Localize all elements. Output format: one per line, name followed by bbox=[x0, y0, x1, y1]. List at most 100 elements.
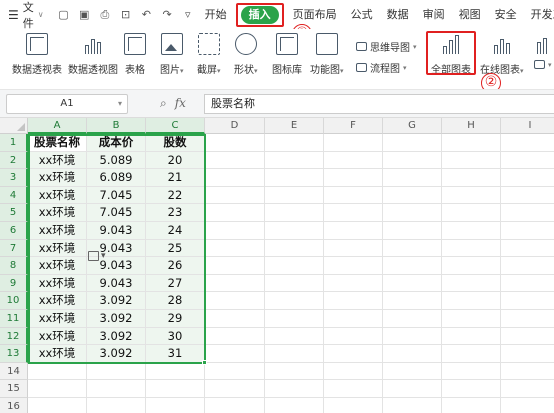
undo-icon[interactable]: ↶ bbox=[141, 8, 153, 21]
cell-c15[interactable] bbox=[146, 380, 205, 398]
cell-i8[interactable] bbox=[501, 257, 554, 275]
cell-a6[interactable]: xx环境 bbox=[28, 222, 87, 240]
shapes-button[interactable]: 形状▾ bbox=[234, 33, 258, 76]
cell-f4[interactable] bbox=[324, 186, 383, 205]
cell-i16[interactable] bbox=[501, 398, 554, 413]
cell-e10[interactable] bbox=[265, 292, 324, 310]
cell-g15[interactable] bbox=[383, 380, 442, 398]
more-charts-dropdown[interactable]: ▾ bbox=[534, 60, 552, 69]
cell-b3[interactable]: 6.089 bbox=[87, 169, 146, 187]
export-pdf-icon[interactable]: ▣ bbox=[78, 8, 90, 21]
icon-library-button[interactable]: 图标库 bbox=[272, 33, 302, 76]
cell-f13[interactable] bbox=[324, 345, 383, 363]
row-header-12[interactable]: 12 bbox=[0, 327, 28, 346]
cell-d11[interactable] bbox=[205, 310, 265, 328]
cell-e8[interactable] bbox=[265, 257, 324, 275]
tab-formulas[interactable]: 公式 bbox=[344, 6, 380, 24]
more-charts-button[interactable] bbox=[534, 33, 554, 61]
cell-d13[interactable] bbox=[205, 345, 265, 363]
row-header-9[interactable]: 9 bbox=[0, 274, 28, 293]
cell-f15[interactable] bbox=[324, 380, 383, 398]
cell-b12[interactable]: 3.092 bbox=[87, 327, 146, 346]
cell-c4[interactable]: 22 bbox=[146, 186, 205, 205]
cell-f8[interactable] bbox=[324, 257, 383, 275]
cell-b4[interactable]: 7.045 bbox=[87, 186, 146, 205]
cell-b13[interactable]: 3.092 bbox=[87, 345, 146, 363]
cell-a13[interactable]: xx环境 bbox=[28, 345, 87, 363]
cell-h7[interactable] bbox=[442, 239, 501, 258]
cell-c7[interactable]: 25 bbox=[146, 239, 205, 258]
cell-h8[interactable] bbox=[442, 257, 501, 275]
cell-c14[interactable] bbox=[146, 362, 205, 381]
cell-a15[interactable] bbox=[28, 380, 87, 398]
row-header-7[interactable]: 7 bbox=[0, 239, 28, 258]
cell-c10[interactable]: 28 bbox=[146, 292, 205, 310]
cell-g4[interactable] bbox=[383, 186, 442, 205]
pivot-table-button[interactable]: 数据透视表 bbox=[12, 33, 62, 76]
cell-h11[interactable] bbox=[442, 310, 501, 328]
tab-security[interactable]: 安全 bbox=[488, 6, 524, 24]
column-header-a[interactable]: A bbox=[28, 118, 87, 134]
row-header-2[interactable]: 2 bbox=[0, 151, 28, 170]
cell-a11[interactable]: xx环境 bbox=[28, 310, 87, 328]
quick-analysis-button[interactable]: ▾ bbox=[88, 251, 106, 261]
tab-review[interactable]: 审阅 bbox=[416, 6, 452, 24]
cell-e13[interactable] bbox=[265, 345, 324, 363]
cell-d14[interactable] bbox=[205, 362, 265, 381]
screenshot-button[interactable]: 截屏▾ bbox=[197, 33, 221, 76]
tab-view[interactable]: 视图 bbox=[452, 6, 488, 24]
cell-a16[interactable] bbox=[28, 398, 87, 413]
cell-b15[interactable] bbox=[87, 380, 146, 398]
cell-g13[interactable] bbox=[383, 345, 442, 363]
fill-handle[interactable] bbox=[202, 359, 207, 365]
row-header-13[interactable]: 13 bbox=[0, 345, 28, 363]
name-box[interactable]: A1 ▾ bbox=[6, 94, 128, 114]
column-header-h[interactable]: H bbox=[442, 118, 501, 134]
cell-g8[interactable] bbox=[383, 257, 442, 275]
cell-f12[interactable] bbox=[324, 327, 383, 346]
cell-d4[interactable] bbox=[205, 186, 265, 205]
row-header-4[interactable]: 4 bbox=[0, 186, 28, 205]
cell-f7[interactable] bbox=[324, 239, 383, 258]
cell-g2[interactable] bbox=[383, 151, 442, 170]
print-icon[interactable]: ⎙ bbox=[99, 8, 111, 22]
cell-a4[interactable]: xx环境 bbox=[28, 186, 87, 205]
column-header-f[interactable]: F bbox=[324, 118, 383, 134]
cell-f5[interactable] bbox=[324, 204, 383, 222]
cell-d10[interactable] bbox=[205, 292, 265, 310]
cell-i11[interactable] bbox=[501, 310, 554, 328]
cell-h6[interactable] bbox=[442, 222, 501, 240]
spreadsheet-grid[interactable]: A B C D E F G H I 1 股票名称 成本价 股数 2 xx环境 5.089 20 3 xx环境 6.08… bbox=[0, 118, 554, 413]
cell-g12[interactable] bbox=[383, 327, 442, 346]
cell-i7[interactable] bbox=[501, 240, 554, 258]
cell-e14[interactable] bbox=[265, 362, 324, 381]
cell-a8[interactable]: xx环境 bbox=[28, 257, 87, 275]
cell-h13[interactable] bbox=[442, 345, 501, 363]
cell-h16[interactable] bbox=[442, 398, 501, 413]
flowchart-button[interactable]: 流程图 ▾ bbox=[356, 60, 407, 75]
cell-h1[interactable] bbox=[442, 134, 501, 152]
cell-c1[interactable]: 股数 bbox=[146, 134, 205, 152]
cell-e3[interactable] bbox=[265, 169, 324, 187]
formula-input[interactable]: 股票名称 bbox=[204, 94, 554, 114]
cell-a3[interactable]: xx环境 bbox=[28, 169, 87, 187]
cell-h12[interactable] bbox=[442, 327, 501, 346]
cell-i3[interactable] bbox=[501, 169, 554, 187]
cell-g7[interactable] bbox=[383, 239, 442, 258]
cell-f10[interactable] bbox=[324, 292, 383, 310]
cell-a14[interactable] bbox=[28, 362, 87, 381]
zoom-icon[interactable]: ⌕ bbox=[160, 96, 167, 111]
cell-i12[interactable] bbox=[501, 328, 554, 346]
cell-e5[interactable] bbox=[265, 204, 324, 222]
column-header-e[interactable]: E bbox=[265, 118, 324, 134]
cell-i5[interactable] bbox=[501, 204, 554, 222]
cell-b11[interactable]: 3.092 bbox=[87, 310, 146, 328]
cell-a2[interactable]: xx环境 bbox=[28, 151, 87, 170]
cell-d9[interactable] bbox=[205, 274, 265, 293]
cell-c9[interactable]: 27 bbox=[146, 274, 205, 293]
cell-i14[interactable] bbox=[501, 363, 554, 381]
cell-e16[interactable] bbox=[265, 398, 324, 413]
cell-b9[interactable]: 9.043 bbox=[87, 274, 146, 293]
cell-f3[interactable] bbox=[324, 169, 383, 187]
cell-f11[interactable] bbox=[324, 310, 383, 328]
